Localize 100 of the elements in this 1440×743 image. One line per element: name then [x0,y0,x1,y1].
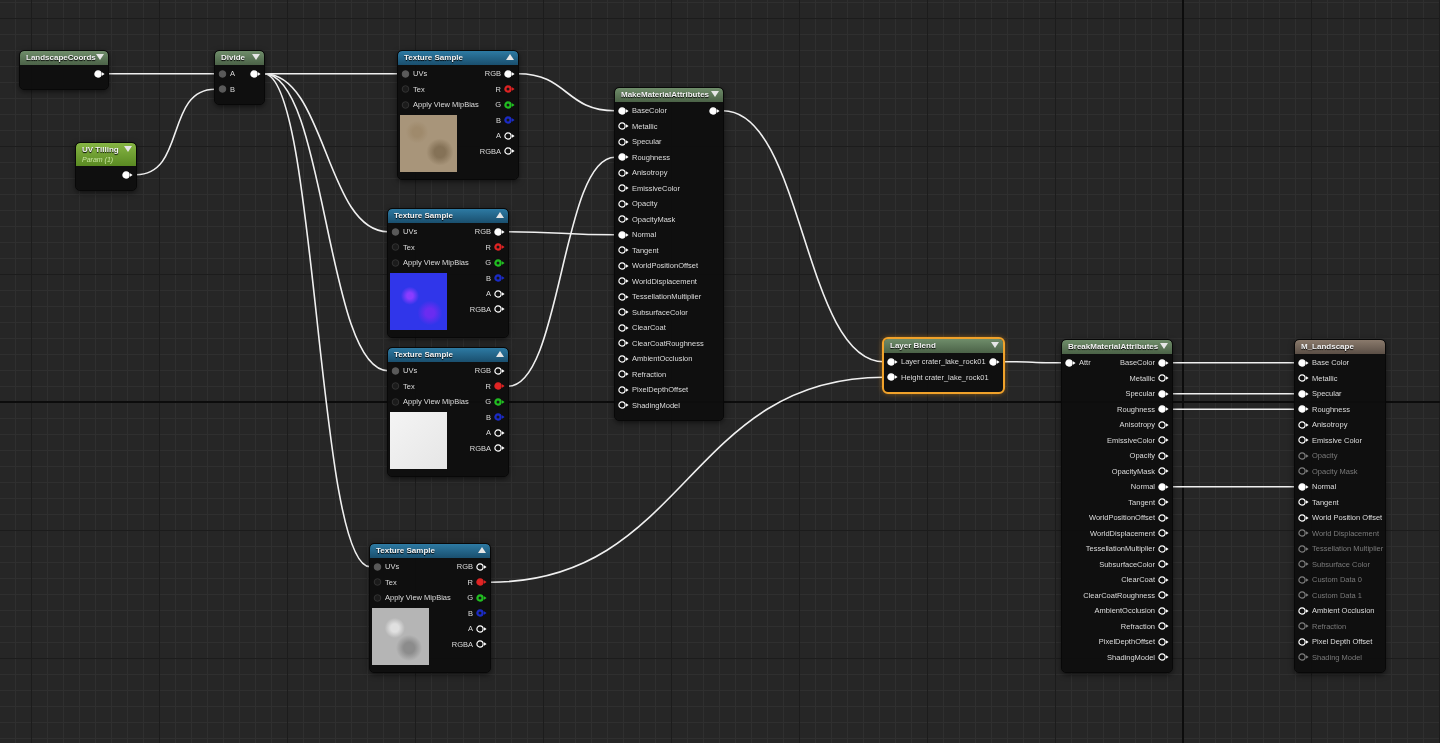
pin-icon[interactable] [494,444,505,453]
pin-icon[interactable] [618,230,629,239]
pin-icon[interactable] [476,640,487,649]
pin-icon[interactable] [1158,544,1169,553]
pin-icon[interactable] [1158,591,1169,600]
pin-icon[interactable] [494,258,505,267]
node-title: Layer Blend [890,341,936,351]
pin-icon[interactable] [504,147,515,156]
pin-icon[interactable] [618,292,629,301]
collapse-arrow-icon[interactable] [496,351,504,358]
pin-icon[interactable] [494,428,505,437]
pin-icon[interactable] [504,69,515,78]
graph-node[interactable]: LandscapeCoords [20,51,108,89]
texture-preview [400,114,457,172]
graph-canvas[interactable] [0,0,1440,743]
pin-icon[interactable] [1158,498,1169,507]
collapse-arrow-icon[interactable] [506,54,514,61]
graph-node[interactable] [1062,340,1172,672]
pin-icon[interactable] [618,339,629,348]
node-title: Texture Sample [376,546,435,556]
pin-icon[interactable] [1158,513,1169,522]
pin-icon[interactable] [1158,420,1169,429]
pin-icon[interactable] [1298,436,1309,445]
pin-icon[interactable] [618,153,629,162]
pin-icon[interactable] [887,373,898,382]
pin-icon[interactable] [250,69,261,78]
pin-icon[interactable] [1298,482,1309,491]
pin-icon[interactable] [618,106,629,115]
pin-icon[interactable] [1158,451,1169,460]
pin-icon[interactable] [476,593,487,602]
pin-icon[interactable] [1298,637,1309,646]
pin-icon[interactable] [618,277,629,286]
pin-icon[interactable] [1298,420,1309,429]
pin-icon[interactable] [618,246,629,255]
pin-icon[interactable] [122,170,133,179]
pin-icon[interactable] [618,168,629,177]
pin-icon[interactable] [504,131,515,140]
pin-icon[interactable] [476,624,487,633]
pin-icon[interactable] [1158,575,1169,584]
expand-arrow-icon[interactable] [1160,343,1168,350]
pin-icon[interactable] [504,100,515,109]
pin-icon[interactable] [618,385,629,394]
pin-icon[interactable] [618,122,629,131]
node-title: UV Tilling [82,145,119,155]
pin-icon[interactable] [1298,513,1309,522]
expand-arrow-icon[interactable] [991,342,999,349]
collapse-arrow-icon[interactable] [478,547,486,554]
pin-icon[interactable] [1298,374,1309,383]
pin-icon[interactable] [1158,358,1169,367]
graph-node[interactable] [1295,340,1385,672]
pin-icon[interactable] [618,354,629,363]
pin-icon[interactable] [618,370,629,379]
pin-icon[interactable] [1298,358,1309,367]
pin-icon[interactable] [1298,606,1309,615]
pin-icon[interactable] [1065,358,1076,367]
pin-icon[interactable] [1158,405,1169,414]
pin-icon[interactable] [1158,436,1169,445]
node-title: MakeMaterialAttributes [621,90,710,100]
expand-arrow-icon[interactable] [252,54,260,61]
pin-icon[interactable] [618,323,629,332]
pin-icon[interactable] [1298,389,1309,398]
expand-arrow-icon[interactable] [711,91,719,98]
expand-arrow-icon[interactable] [96,54,104,61]
pin-icon[interactable] [1158,467,1169,476]
pin-icon[interactable] [494,227,505,236]
pin-icon[interactable] [1158,637,1169,646]
pin-icon[interactable] [1158,374,1169,383]
pin-icon[interactable] [1158,560,1169,569]
pin-icon[interactable] [1158,389,1169,398]
pin-icon[interactable] [1158,529,1169,538]
texture-preview [390,272,447,330]
pin-icon[interactable] [709,106,720,115]
pin-icon[interactable] [618,137,629,146]
pin-icon[interactable] [1298,405,1309,414]
node-title: LandscapeCoords [26,53,96,63]
wire [1002,360,1063,364]
node-title: M_Landscape [1301,342,1354,352]
pin-icon[interactable] [1158,622,1169,631]
texture-preview [372,607,429,665]
pin-icon[interactable] [618,308,629,317]
pin-icon[interactable] [1158,482,1169,491]
pin-icon[interactable] [887,357,898,366]
pin-icon[interactable] [476,562,487,571]
pin-icon[interactable] [494,366,505,375]
pin-icon[interactable] [618,215,629,224]
pin-icon[interactable] [618,199,629,208]
pin-icon[interactable] [1158,653,1169,662]
collapse-arrow-icon[interactable] [496,212,504,219]
pin-icon[interactable] [494,305,505,314]
pin-icon[interactable] [618,401,629,410]
pin-icon[interactable] [494,289,505,298]
pin-icon[interactable] [618,261,629,270]
node-title: Texture Sample [394,211,453,221]
pin-icon[interactable] [494,397,505,406]
pin-icon[interactable] [1298,498,1309,507]
graph-node[interactable] [615,88,723,420]
pin-icon[interactable] [618,184,629,193]
pin-icon[interactable] [1158,606,1169,615]
pin-icon[interactable] [94,69,105,78]
pin-icon[interactable] [989,357,1000,366]
